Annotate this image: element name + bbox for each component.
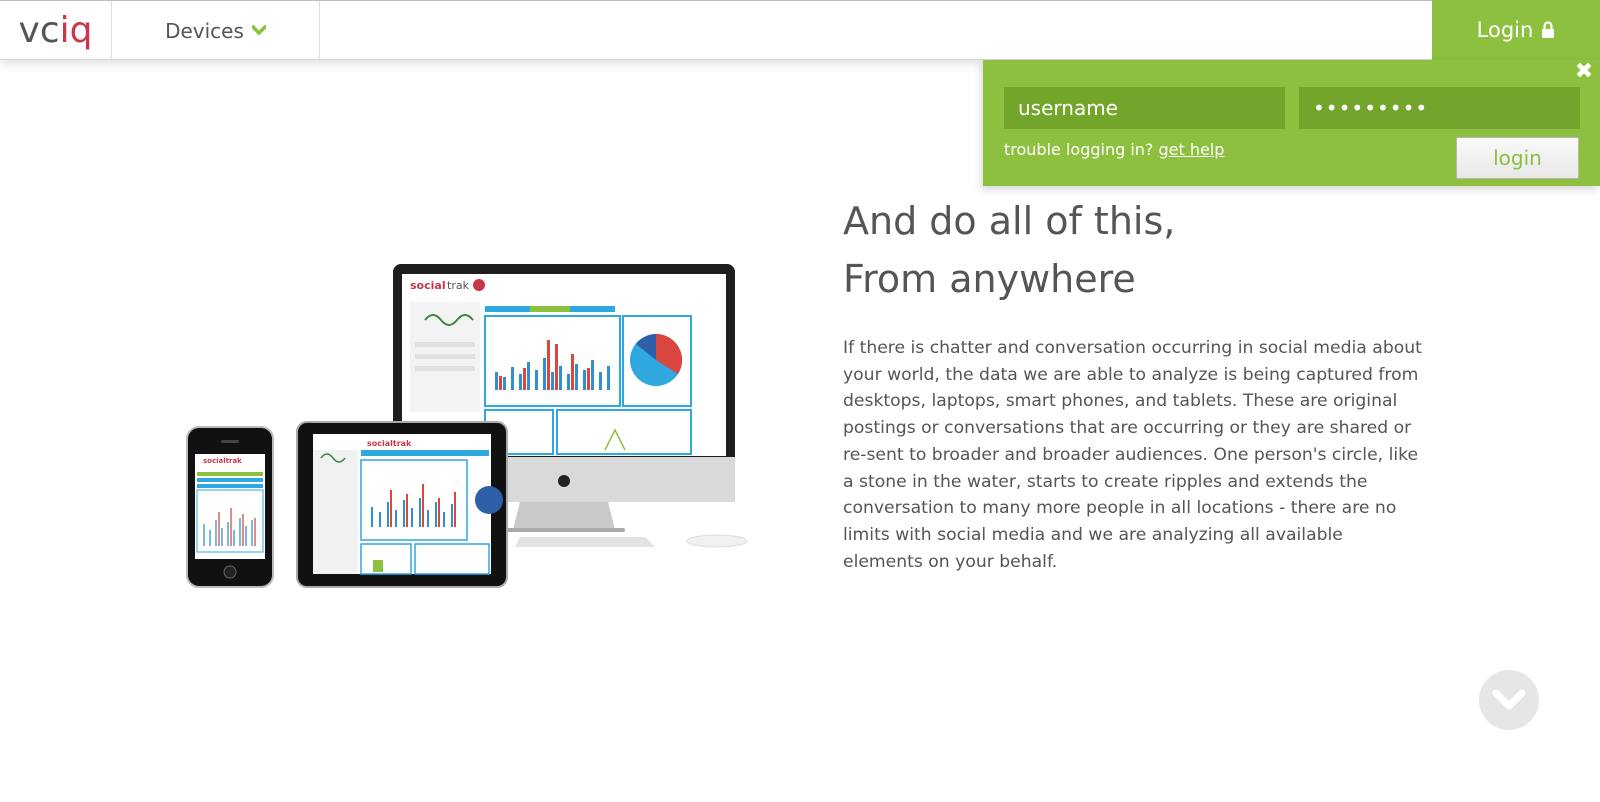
- trouble-text: trouble logging in?: [1004, 140, 1154, 159]
- login-button[interactable]: login: [1456, 137, 1579, 179]
- headline-line-2: From anywhere: [843, 257, 1136, 301]
- chevron-down-icon: [251, 24, 266, 35]
- body-paragraph: If there is chatter and conversation occ…: [843, 338, 1422, 572]
- logo-accent: iq: [59, 10, 93, 51]
- scroll-down-button[interactable]: [1479, 670, 1539, 730]
- ipad-graphic: socialtrak: [296, 421, 508, 588]
- login-dropdown-panel: ✖ username ••••••••• trouble logging in?…: [983, 60, 1600, 186]
- devices-illustration: social trak socialtrak socialtrak: [186, 264, 748, 588]
- vciq-logo[interactable]: vc iq: [0, 1, 112, 60]
- close-icon[interactable]: ✖: [1574, 60, 1594, 84]
- imac-brand-social: social: [410, 279, 446, 292]
- lock-icon: [1542, 21, 1555, 38]
- top-navigation-bar: vc iq Devices: [0, 0, 1600, 60]
- username-field[interactable]: username: [1004, 87, 1285, 129]
- iphone-brand: socialtrak: [203, 457, 242, 465]
- password-field[interactable]: •••••••••: [1299, 87, 1580, 129]
- password-value: •••••••••: [1313, 96, 1429, 120]
- imac-brand-trak: trak: [447, 279, 470, 292]
- login-tab-label: Login: [1476, 18, 1534, 42]
- trouble-logging-in: trouble logging in? get help: [1004, 140, 1224, 159]
- page-headline: And do all of this, From anywhere: [843, 192, 1463, 308]
- login-tab[interactable]: Login: [1432, 0, 1600, 60]
- chevron-down-icon: [1492, 689, 1526, 710]
- devices-menu[interactable]: Devices: [112, 1, 320, 60]
- ipad-brand: socialtrak: [367, 439, 412, 448]
- headline-line-1: And do all of this,: [843, 199, 1176, 243]
- get-help-link[interactable]: get help: [1159, 140, 1225, 159]
- devices-menu-label: Devices: [165, 18, 244, 43]
- username-value: username: [1018, 96, 1118, 120]
- iphone-graphic: socialtrak: [186, 426, 274, 588]
- logo-prefix: vc: [18, 10, 60, 51]
